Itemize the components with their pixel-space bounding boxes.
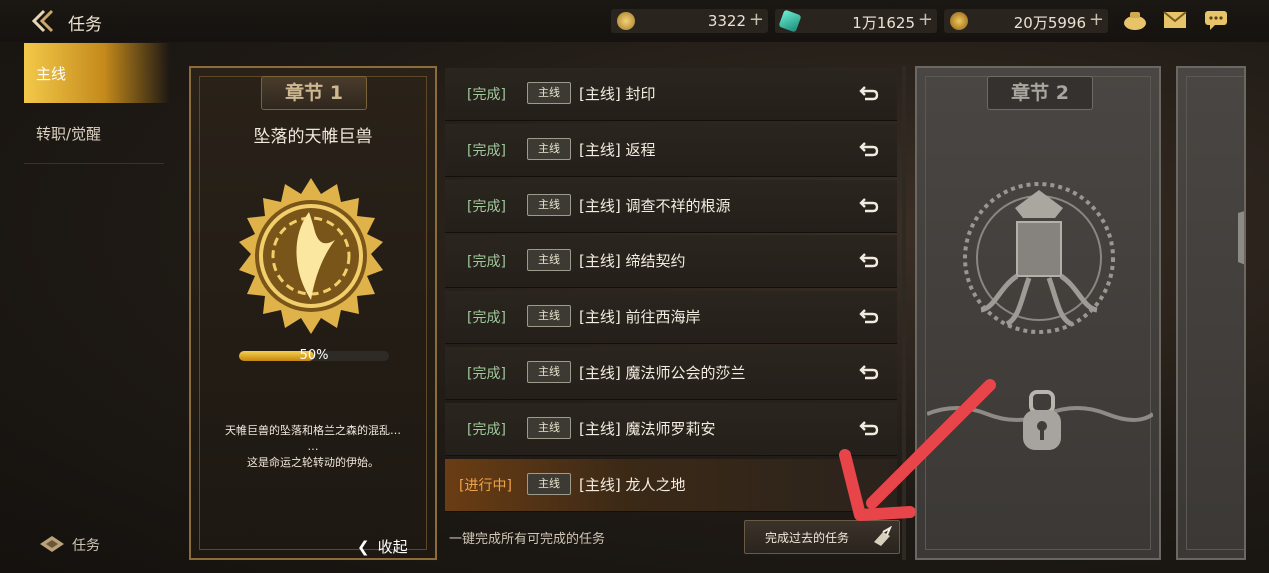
- chapter-2-card[interactable]: 章节 2: [915, 66, 1161, 560]
- chapter-name: 坠落的天帷巨兽: [253, 127, 373, 147]
- quest-row[interactable]: [完成] 主线 [主线] 调查不祥的根源: [445, 179, 897, 233]
- collapse-button[interactable]: ❮ 收起: [357, 536, 408, 557]
- mail-icon[interactable]: [1162, 9, 1188, 31]
- back-arrow-icon[interactable]: [30, 8, 58, 34]
- quest-tag: 主线: [527, 82, 571, 104]
- quest-row[interactable]: [完成] 主线 [主线] 缔结契约: [445, 235, 897, 289]
- complete-past-quests-button[interactable]: 完成过去的任务: [744, 520, 900, 554]
- currency-gold: 3322 +: [611, 9, 768, 33]
- top-bar: 任务 3322 + 1万1625 + 20万5996 +: [0, 0, 1269, 42]
- quest-tag: 主线: [527, 193, 571, 216]
- scrollbar[interactable]: [902, 66, 906, 560]
- chain-lock-icon: [927, 390, 1153, 450]
- coin-icon: [950, 12, 968, 30]
- quest-tag: 主线: [527, 472, 571, 495]
- quest-status: [完成]: [467, 421, 506, 438]
- gold-coin-icon: [617, 12, 635, 30]
- page-title: 任务: [68, 15, 102, 35]
- add-currency-button[interactable]: +: [749, 9, 764, 30]
- emblem-fragment-icon: [1238, 211, 1244, 265]
- currency-gem: 1万1625 +: [775, 9, 937, 33]
- quest-status: [完成]: [467, 142, 506, 159]
- description-line: 这是命运之轮转动的伊始。: [247, 456, 379, 469]
- return-arrow-icon[interactable]: [859, 419, 879, 437]
- sidebar: 主线 转职/觉醒 任务: [0, 42, 170, 573]
- add-currency-button[interactable]: +: [918, 9, 933, 30]
- bag-icon[interactable]: [1122, 9, 1148, 31]
- chat-icon[interactable]: [1203, 9, 1229, 31]
- quest-row[interactable]: [进行中] 主线 [主线] 龙人之地: [445, 458, 897, 512]
- quest-tag: 主线: [527, 137, 571, 160]
- chevron-left-icon: ❮: [357, 538, 370, 556]
- sidebar-item-main[interactable]: 主线: [24, 43, 170, 103]
- quest-status: [完成]: [467, 254, 506, 271]
- collapse-label: 收起: [377, 538, 408, 556]
- quest-name: [主线] 返程: [579, 140, 656, 159]
- return-arrow-icon[interactable]: [859, 251, 879, 269]
- sidebar-bottom-label: 任务: [72, 538, 100, 554]
- quest-name: [主线] 前往西海岸: [579, 308, 701, 327]
- quest-row[interactable]: [完成] 主线 [主线] 魔法师罗莉安: [445, 402, 897, 456]
- chapter-heading: 章节 2: [987, 76, 1093, 110]
- octopus-emblem-icon: [963, 182, 1115, 334]
- return-arrow-icon[interactable]: [859, 84, 879, 102]
- quest-status: [进行中]: [459, 477, 512, 494]
- sidebar-item-job-awaken[interactable]: 转职/觉醒: [24, 103, 170, 163]
- card-frame: [1186, 76, 1244, 550]
- gem-icon: [778, 9, 802, 33]
- quest-status: [完成]: [467, 310, 506, 327]
- quest-tag: 主线: [527, 305, 571, 328]
- scroll-quill-icon: [874, 526, 892, 546]
- return-arrow-icon[interactable]: [859, 140, 879, 158]
- quest-row[interactable]: [完成] 主线 [主线] 前往西海岸: [445, 291, 897, 345]
- chapter-3-card[interactable]: [1176, 66, 1246, 560]
- currency-value: 20万5996: [1013, 14, 1086, 32]
- quest-status: [完成]: [467, 198, 506, 215]
- quest-tag: 主线: [527, 416, 571, 439]
- currency-value: 1万1625: [852, 14, 915, 32]
- sidebar-item-label: 主线: [36, 65, 67, 83]
- chapter-1-card: 章节 1 坠落的天帷巨兽 50% 天帷巨兽的坠落和格兰之森的混乱… … 这是命运…: [189, 66, 437, 560]
- quest-name: [主线] 龙人之地: [579, 475, 686, 494]
- divider: [24, 163, 164, 164]
- chapter-description: 天帷巨兽的坠落和格兰之森的混乱… … 这是命运之轮转动的伊始。: [205, 423, 421, 471]
- chapter-heading: 章节 1: [261, 76, 367, 110]
- return-arrow-icon[interactable]: [859, 196, 879, 214]
- currency-value: 3322: [707, 12, 746, 30]
- one-click-complete-hint: 一键完成所有可完成的任务: [449, 532, 606, 547]
- sidebar-quest-shortcut[interactable]: 任务: [38, 532, 100, 560]
- description-line: …: [307, 440, 319, 453]
- quest-tag: 主线: [527, 361, 571, 383]
- quest-scroll-icon: [40, 536, 64, 552]
- quest-name: [主线] 魔法师罗莉安: [579, 419, 716, 438]
- quest-name: [主线] 魔法师公会的莎兰: [579, 364, 746, 382]
- quest-row[interactable]: [完成] 主线 [主线] 封印: [445, 68, 897, 121]
- quest-row[interactable]: [完成] 主线 [主线] 返程: [445, 123, 897, 177]
- return-arrow-icon[interactable]: [859, 307, 879, 325]
- quest-status: [完成]: [467, 87, 506, 103]
- quest-name: [主线] 缔结契约: [579, 252, 686, 271]
- quest-tag: 主线: [527, 249, 571, 272]
- whale-medal-icon: [239, 178, 383, 334]
- quest-list: [完成] 主线 [主线] 封印 [完成] 主线 [主线] 返程 [完成] 主线 [主线] 调查不…: [445, 66, 905, 560]
- chapter-progress-text: 50%: [299, 348, 329, 363]
- return-arrow-icon[interactable]: [859, 363, 879, 381]
- quest-status: [完成]: [467, 366, 506, 382]
- currency-coin: 20万5996 +: [944, 9, 1108, 33]
- button-label: 完成过去的任务: [765, 531, 850, 545]
- description-line: 天帷巨兽的坠落和格兰之森的混乱…: [225, 424, 401, 437]
- quest-name: [主线] 调查不祥的根源: [579, 196, 731, 215]
- sidebar-item-label: 转职/觉醒: [36, 125, 102, 143]
- quest-name: [主线] 封印: [579, 85, 656, 103]
- quest-row[interactable]: [完成] 主线 [主线] 魔法师公会的莎兰: [445, 347, 897, 400]
- add-currency-button[interactable]: +: [1089, 9, 1104, 30]
